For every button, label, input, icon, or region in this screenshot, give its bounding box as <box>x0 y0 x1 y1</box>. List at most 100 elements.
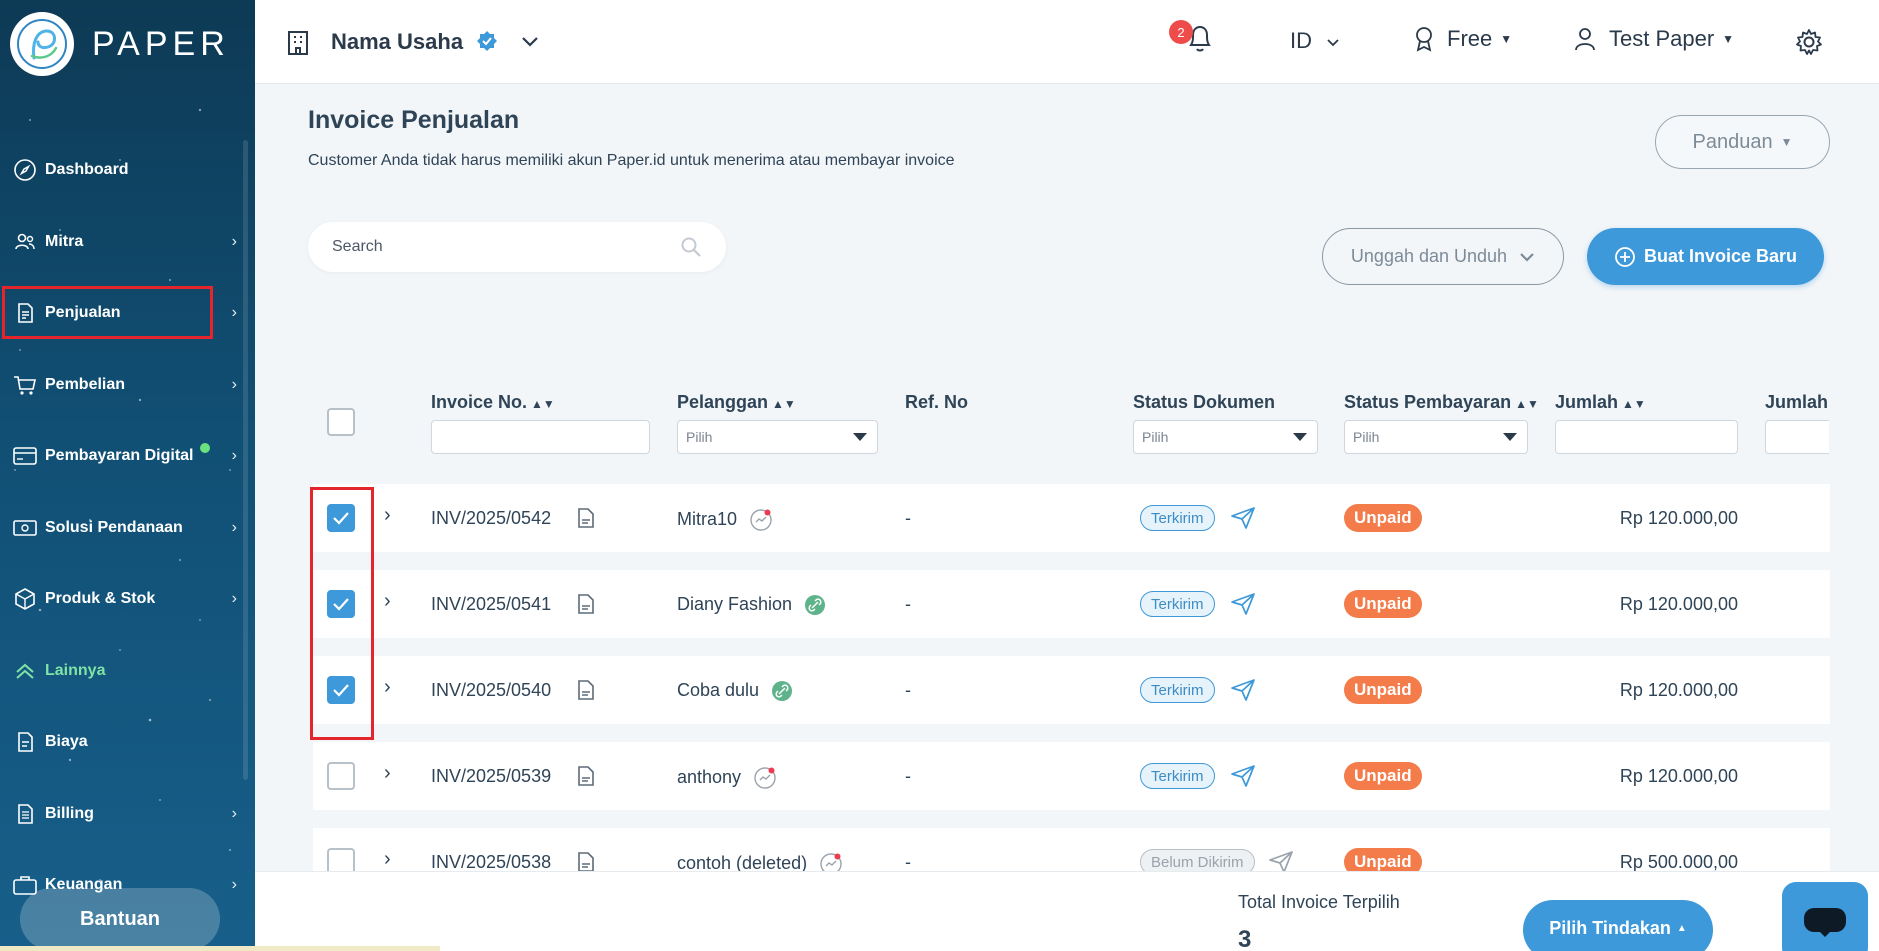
users-icon <box>12 229 38 255</box>
selection-footer: Total Invoice Terpilih 3 Pilih Tindakan … <box>255 871 1879 951</box>
plan-value: Free <box>1447 26 1493 51</box>
new-indicator-dot <box>199 443 210 453</box>
ref-number: - <box>905 508 911 528</box>
double-chevron-up-icon <box>12 658 38 684</box>
user-menu[interactable]: Test Paper ▼ <box>1573 26 1734 52</box>
payment-status-badge: Unpaid <box>1344 590 1422 618</box>
expand-row-icon[interactable]: › <box>384 504 391 527</box>
send-icon[interactable] <box>1230 592 1256 616</box>
sidebar-item-label: Lainnya <box>45 662 106 679</box>
invoice-number[interactable]: INV/2025/0541 <box>431 594 551 615</box>
customer-name: Coba dulu <box>677 680 793 702</box>
select-all-checkbox[interactable] <box>327 408 355 436</box>
plus-circle-icon <box>1615 246 1635 267</box>
caret-down-icon: ▼ <box>1780 135 1793 149</box>
plan-selector[interactable]: Free ▼ <box>1413 26 1512 52</box>
document-icon[interactable] <box>577 507 595 529</box>
chevron-right-icon: › <box>231 233 237 250</box>
search-box <box>308 222 726 272</box>
sidebar-item-solusi-pendanaan[interactable]: Solusi Pendanaan › <box>0 502 255 554</box>
payment-status-badge: Unpaid <box>1344 676 1422 704</box>
sidebar-item-pembayaran-digital[interactable]: Pembayaran Digital › <box>0 430 255 482</box>
settings-button[interactable] <box>1795 28 1823 61</box>
search-icon[interactable] <box>680 236 702 258</box>
create-invoice-button[interactable]: Buat Invoice Baru <box>1587 228 1824 285</box>
expand-row-icon[interactable]: › <box>384 676 391 699</box>
invoice-amount: Rp 120.000,00 <box>1619 594 1738 614</box>
sidebar-item-label: Dashboard <box>45 161 129 178</box>
payment-status-filter-select[interactable]: Pilih <box>1344 420 1528 454</box>
create-invoice-label: Buat Invoice Baru <box>1643 246 1798 266</box>
sidebar-item-mitra[interactable]: Mitra › <box>0 216 255 268</box>
payment-status-badge: Unpaid <box>1344 504 1422 532</box>
ref-number: - <box>905 766 911 786</box>
link-icon <box>772 681 793 702</box>
sidebar-item-label: Biaya <box>45 733 88 750</box>
partner-icon <box>754 767 776 789</box>
gear-icon <box>1796 29 1822 55</box>
upload-download-button[interactable]: Unggah dan Unduh <box>1322 228 1564 285</box>
column-header-payment-status[interactable]: Status Pembayaran ▲▼ <box>1344 392 1539 413</box>
brand-logo[interactable]: PAPER <box>10 12 230 76</box>
sort-icon: ▲▼ <box>1622 397 1646 411</box>
search-input[interactable] <box>332 238 662 256</box>
chevron-right-icon: › <box>231 376 237 393</box>
language-selector[interactable]: ID <box>1290 28 1340 54</box>
sidebar-item-lainnya[interactable]: Lainnya <box>0 645 255 697</box>
invoice-number[interactable]: INV/2025/0540 <box>431 680 551 701</box>
sidebar-item-label: Billing <box>45 805 94 822</box>
row-checkbox[interactable] <box>327 762 355 790</box>
business-selector[interactable]: Nama Usaha <box>285 28 539 56</box>
document-icon[interactable] <box>577 851 595 873</box>
column-header-customer[interactable]: Pelanggan ▲▼ <box>677 392 796 413</box>
chat-widget-button[interactable] <box>1782 882 1868 951</box>
dropdown-arrow-icon <box>1293 433 1307 441</box>
invoice-amount: Rp 120.000,00 <box>1619 766 1738 786</box>
help-button[interactable]: Bantuan <box>20 888 220 950</box>
sidebar-item-label: Pembelian <box>45 376 126 393</box>
choose-action-button[interactable]: Pilih Tindakan ▲ <box>1523 900 1713 951</box>
document-icon[interactable] <box>577 679 595 701</box>
amount-total-filter-input[interactable] <box>1765 420 1829 454</box>
expand-row-icon[interactable]: › <box>384 762 391 785</box>
expand-row-icon[interactable]: › <box>384 590 391 613</box>
column-header-amount[interactable]: Jumlah ▲▼ <box>1555 392 1646 413</box>
ref-number: - <box>905 680 911 700</box>
invoice-number[interactable]: INV/2025/0542 <box>431 508 551 529</box>
document-status-badge: Terkirim <box>1140 763 1215 789</box>
cart-icon <box>12 372 38 398</box>
guide-dropdown-button[interactable]: Panduan ▼ <box>1655 115 1830 169</box>
chevron-right-icon: › <box>231 876 237 893</box>
invoice-number[interactable]: INV/2025/0538 <box>431 852 551 873</box>
sidebar-item-dashboard[interactable]: Dashboard <box>0 144 255 196</box>
bill-icon <box>12 801 38 827</box>
document-icon[interactable] <box>577 593 595 615</box>
notification-count-badge: 2 <box>1169 20 1193 44</box>
sidebar-item-pembelian[interactable]: Pembelian › <box>0 359 255 411</box>
sidebar-item-billing[interactable]: Billing › <box>0 788 255 840</box>
customer-filter-select[interactable]: Pilih <box>677 420 878 454</box>
upload-download-label: Unggah dan Unduh <box>1350 246 1508 266</box>
send-icon[interactable] <box>1230 678 1256 702</box>
chevron-right-icon: › <box>231 447 237 464</box>
document-status-badge: Terkirim <box>1140 677 1215 703</box>
invoice-no-filter-input[interactable] <box>431 420 650 454</box>
chat-bubble-icon <box>1804 908 1846 937</box>
paper-logo-icon <box>10 12 74 76</box>
amount-filter-input[interactable] <box>1555 420 1738 454</box>
guide-label: Panduan <box>1692 130 1773 153</box>
sidebar-item-biaya[interactable]: Biaya <box>0 716 255 768</box>
expand-row-icon[interactable]: › <box>384 848 391 871</box>
sidebar-item-label: Produk & Stok <box>45 590 156 607</box>
doc-status-filter-select[interactable]: Pilih <box>1133 420 1318 454</box>
dropdown-arrow-icon <box>1503 433 1517 441</box>
language-value: ID <box>1290 28 1312 53</box>
column-header-invoice-no[interactable]: Invoice No. ▲▼ <box>431 392 555 413</box>
send-icon[interactable] <box>1230 506 1256 530</box>
document-icon[interactable] <box>577 765 595 787</box>
invoice-amount: Rp 120.000,00 <box>1619 508 1738 528</box>
send-icon[interactable] <box>1230 764 1256 788</box>
column-header-ref-no: Ref. No <box>905 392 968 412</box>
sidebar-item-produk-stok[interactable]: Produk & Stok › <box>0 573 255 625</box>
invoice-number[interactable]: INV/2025/0539 <box>431 766 551 787</box>
